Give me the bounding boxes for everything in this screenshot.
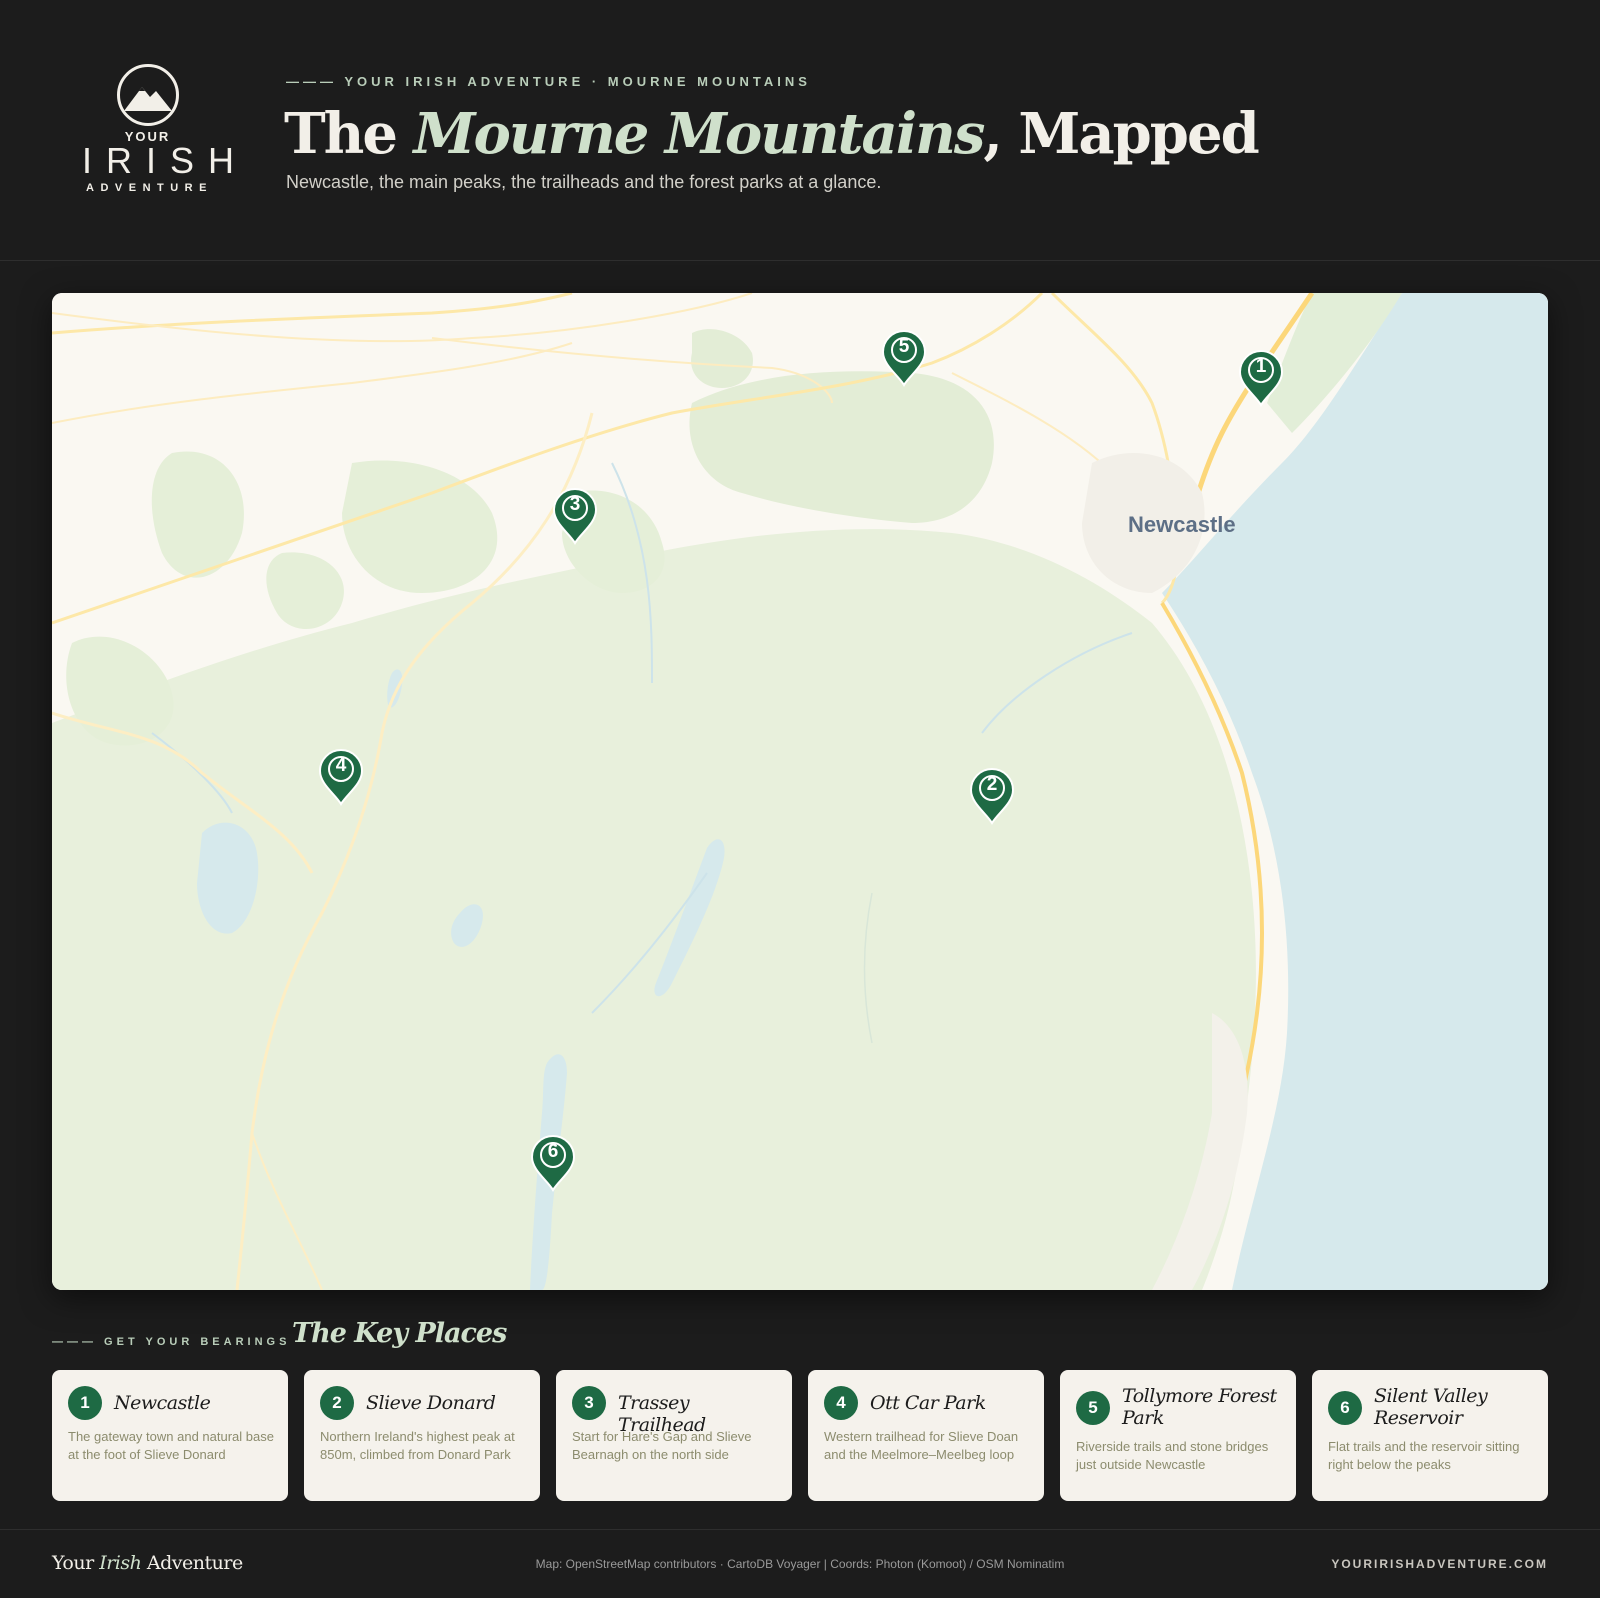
- place-name: Tollymore Forest Park: [1122, 1385, 1277, 1429]
- pin-number: 6: [547, 1141, 559, 1162]
- title-emphasis: Mourne Mountains: [413, 101, 986, 167]
- map-basemap: [52, 293, 1548, 1290]
- logo-text-adventure: ADVENTURE: [86, 182, 213, 194]
- brand-logo[interactable]: YOUR IRISH ADVENTURE: [70, 64, 249, 194]
- place-card-2[interactable]: 2 Slieve Donard Northern Ireland's highe…: [304, 1370, 540, 1501]
- place-card-5[interactable]: 5 Tollymore Forest Park Riverside trails…: [1060, 1370, 1296, 1501]
- page-subtitle: Newcastle, the main peaks, the trailhead…: [286, 172, 882, 192]
- mourne-map[interactable]: Newcastle 1 2 3 4 5 6: [52, 293, 1548, 1290]
- footer-site-link[interactable]: YOURIRISHADVENTURE.COM: [1331, 1557, 1548, 1571]
- place-card-1[interactable]: 1 Newcastle The gateway town and natural…: [52, 1370, 288, 1501]
- place-card-4[interactable]: 4 Ott Car Park Western trailhead for Sli…: [808, 1370, 1044, 1501]
- place-number-badge: 6: [1328, 1391, 1362, 1425]
- page-footer: Your Irish Adventure Map: OpenStreetMap …: [0, 1529, 1600, 1598]
- pin-number: 1: [1255, 356, 1267, 377]
- pin-number: 5: [898, 336, 910, 357]
- place-description: Northern Ireland's highest peak at 850m,…: [320, 1429, 515, 1462]
- place-name: Ott Car Park: [870, 1392, 986, 1414]
- place-number-badge: 2: [320, 1386, 354, 1420]
- place-description: The gateway town and natural base at the…: [68, 1429, 274, 1462]
- place-description: Riverside trails and stone bridges just …: [1076, 1439, 1269, 1472]
- map-pin-3[interactable]: 3: [552, 487, 598, 545]
- header-eyebrow: ——— YOUR IRISH ADVENTURE · MOURNE MOUNTA…: [286, 74, 811, 89]
- place-card-6[interactable]: 6 Silent Valley Reservoir Flat trails an…: [1312, 1370, 1548, 1501]
- mountain-logo-icon: [116, 64, 179, 126]
- place-description: Start for Hare's Gap and Slieve Bearnagh…: [572, 1429, 752, 1462]
- place-description: Western trailhead for Slieve Doan and th…: [824, 1429, 1019, 1462]
- map-label-newcastle: Newcastle: [1128, 512, 1236, 537]
- page-title: The Mourne Mountains, Mapped: [284, 96, 1260, 172]
- map-pin-4[interactable]: 4: [318, 748, 364, 806]
- place-name: Slieve Donard: [366, 1392, 496, 1414]
- key-places-eyebrow: ——— GET YOUR BEARINGS: [52, 1336, 291, 1348]
- title-prefix: The: [284, 101, 414, 167]
- page-header: YOUR IRISH ADVENTURE ——— YOUR IRISH ADVE…: [0, 0, 1600, 261]
- place-name: Newcastle: [114, 1392, 211, 1414]
- place-number-badge: 1: [68, 1386, 102, 1420]
- map-pin-5[interactable]: 5: [881, 329, 927, 387]
- pin-number: 4: [335, 755, 347, 776]
- place-number-badge: 5: [1076, 1391, 1110, 1425]
- place-number-badge: 4: [824, 1386, 858, 1420]
- place-card-3[interactable]: 3 Trassey Trailhead Start for Hare's Gap…: [556, 1370, 792, 1501]
- map-pin-2[interactable]: 2: [969, 767, 1015, 825]
- map-pin-6[interactable]: 6: [530, 1134, 576, 1192]
- place-name: Silent Valley Reservoir: [1374, 1385, 1488, 1429]
- place-number-badge: 3: [572, 1386, 606, 1420]
- place-description: Flat trails and the reservoir sitting ri…: [1328, 1439, 1520, 1472]
- key-places-list: 1 Newcastle The gateway town and natural…: [52, 1370, 1548, 1501]
- key-places-title: The Key Places: [292, 1318, 507, 1349]
- pin-number: 2: [986, 774, 998, 795]
- pin-number: 3: [569, 494, 581, 515]
- logo-text-irish: IRISH: [82, 140, 249, 181]
- map-pin-1[interactable]: 1: [1238, 349, 1284, 407]
- title-suffix: , Mapped: [983, 101, 1259, 167]
